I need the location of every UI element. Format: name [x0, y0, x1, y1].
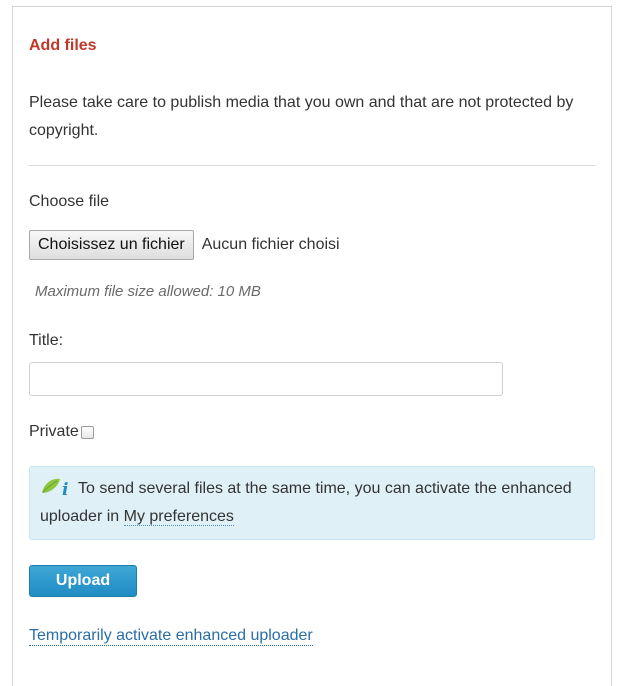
divider [29, 165, 595, 166]
choose-file-label: Choose file [29, 193, 110, 210]
copyright-notice: Please take care to publish media that y… [29, 94, 574, 139]
info-message: i To send several files at the same time… [29, 466, 595, 540]
panel-title: Add files [29, 37, 97, 54]
svg-text:i: i [62, 480, 68, 497]
private-option: Private [29, 423, 94, 441]
file-status-text: Aucun fichier choisi [201, 236, 340, 253]
title-input[interactable] [29, 362, 503, 396]
choose-file-button[interactable]: Choisissez un fichier [29, 230, 194, 260]
info-text: To send several files at the same time, … [40, 480, 572, 525]
enhanced-uploader-link[interactable]: Temporarily activate enhanced uploader [29, 627, 313, 646]
file-picker: Choisissez un fichier Aucun fichier choi… [29, 229, 340, 261]
private-label: Private [29, 423, 79, 440]
title-label: Title: [29, 332, 64, 349]
leaf-info-icon: i [40, 475, 74, 500]
my-preferences-link[interactable]: My preferences [123, 508, 234, 526]
max-file-size-hint: Maximum file size allowed: 10 MB [35, 283, 261, 300]
private-checkbox[interactable] [80, 425, 94, 439]
upload-button[interactable]: Upload [29, 565, 137, 597]
add-files-panel: Add files Please take care to publish me… [12, 6, 612, 686]
